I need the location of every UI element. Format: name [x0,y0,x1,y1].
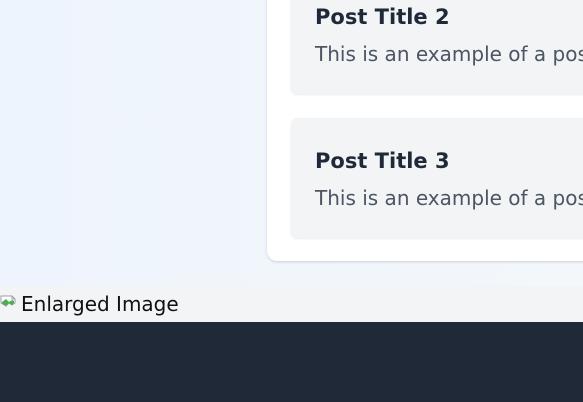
image-lightbox: Enlarged Image [0,286,583,322]
post-card[interactable]: Post Title 3 This is an example of a pos… [291,118,583,238]
broken-image-icon [0,294,20,314]
post-excerpt: This is an example of a post excerpt. [315,186,583,210]
site-footer [0,322,583,402]
image-alt-text: Enlarged Image [21,292,179,316]
main-content: Post Title 2 This is an example of a pos… [0,0,583,286]
enlarged-image[interactable]: Enlarged Image [0,288,179,320]
post-excerpt: This is an example of a post excerpt. [315,42,583,66]
post-card[interactable]: Post Title 2 This is an example of a pos… [291,0,583,94]
post-title[interactable]: Post Title 3 [315,151,450,172]
post-title[interactable]: Post Title 2 [315,7,450,28]
